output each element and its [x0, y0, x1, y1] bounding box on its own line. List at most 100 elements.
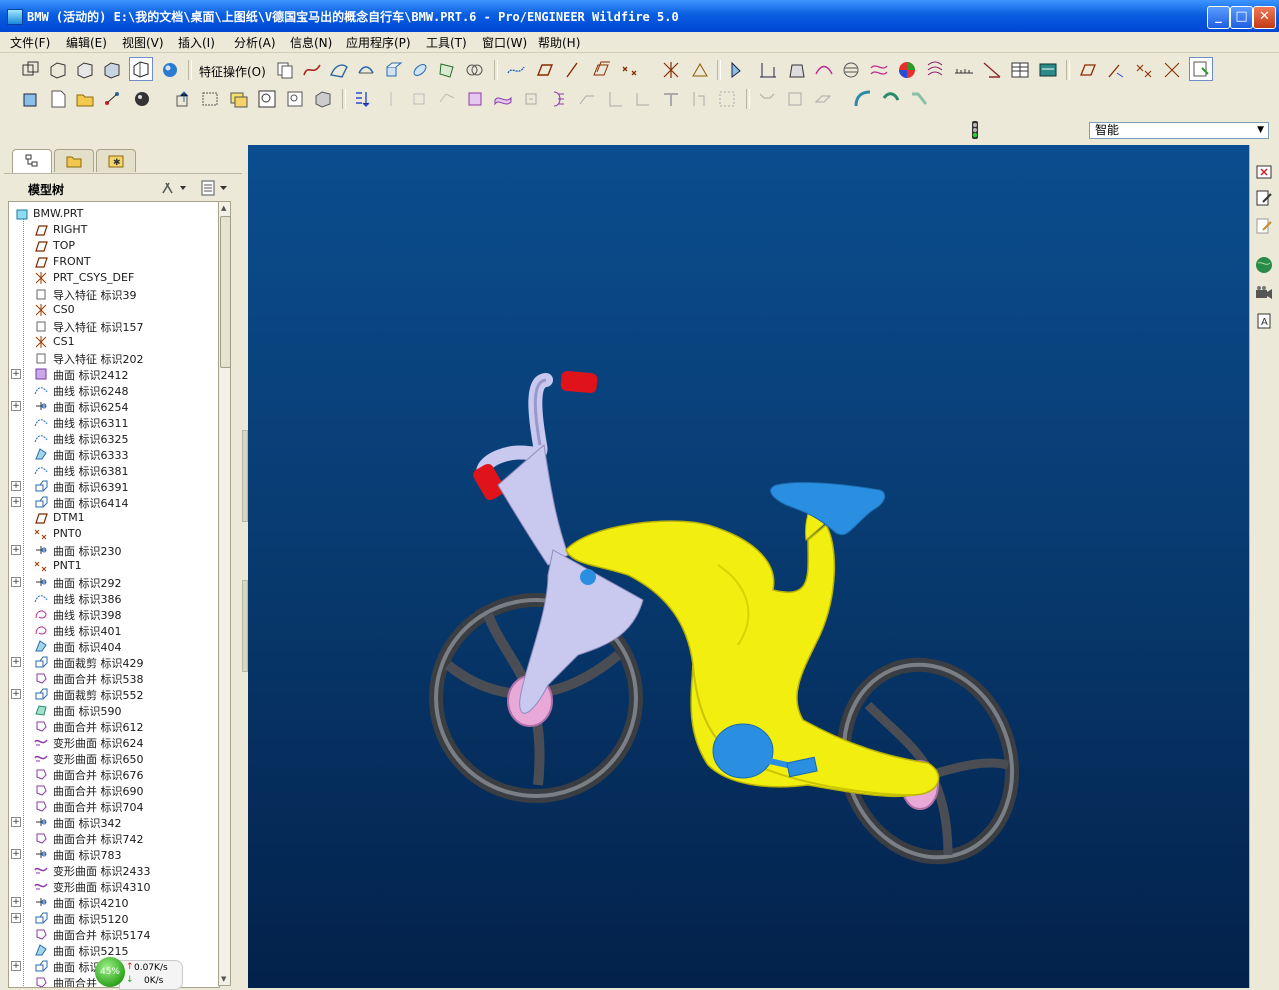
extrude-surface-icon[interactable]	[382, 59, 404, 81]
tree-item[interactable]: 曲面合并 标识704	[9, 798, 219, 814]
datum-point-icon[interactable]	[619, 59, 641, 81]
tree-settings-icon[interactable]	[160, 180, 190, 199]
edit-disabled-icon[interactable]	[380, 88, 402, 110]
menu-tools[interactable]: 工具(T)	[426, 34, 467, 51]
tree-item[interactable]: 曲面合并 标识690	[9, 782, 219, 798]
mass-properties-icon[interactable]	[786, 59, 808, 81]
tree-item[interactable]: PNT1	[9, 558, 219, 574]
menu-file[interactable]: 文件(F)	[10, 34, 50, 51]
offset-analysis-icon[interactable]	[868, 59, 890, 81]
globe-icon[interactable]	[1254, 255, 1274, 275]
tree-item[interactable]: + 曲面 标识5120	[9, 910, 219, 926]
rib-disabled-icon[interactable]	[756, 88, 778, 110]
scroll-thumb[interactable]	[220, 216, 231, 368]
merge-icon[interactable]	[463, 59, 485, 81]
expand-plus-icon[interactable]: +	[11, 849, 21, 859]
regeneration-status-icon[interactable]	[969, 120, 981, 140]
new-file-icon[interactable]	[47, 88, 69, 110]
expand-plus-icon[interactable]: +	[11, 689, 21, 699]
datum-axis-icon[interactable]	[561, 59, 583, 81]
orient-icon[interactable]	[172, 88, 194, 110]
expand-plus-icon[interactable]: +	[11, 577, 21, 587]
tree-item[interactable]: + 曲面 标识342	[9, 814, 219, 830]
feature-operations-label[interactable]: 特征操作(O)	[199, 63, 266, 80]
scroll-down-icon[interactable]: ▼	[221, 975, 226, 983]
mirror-disabled-icon[interactable]	[436, 88, 458, 110]
refit-icon[interactable]	[284, 88, 306, 110]
blend-icon[interactable]	[908, 88, 930, 110]
tree-item[interactable]: DTM1	[9, 510, 219, 526]
pattern-disabled-icon[interactable]	[716, 88, 738, 110]
layer-icon[interactable]	[228, 88, 250, 110]
plane-display-icon[interactable]	[1077, 59, 1099, 81]
cosmetic-disabled-icon[interactable]	[812, 88, 834, 110]
menu-analysis[interactable]: 分析(A)	[234, 34, 276, 51]
menu-applications[interactable]: 应用程序(P)	[346, 34, 411, 51]
expand-plus-icon[interactable]: +	[11, 817, 21, 827]
appearance-icon[interactable]	[159, 59, 181, 81]
tree-item[interactable]: + 曲面 标识6254	[9, 398, 219, 414]
maximize-button[interactable]: □	[1230, 6, 1253, 29]
tree-item[interactable]: TOP	[9, 238, 219, 254]
thicken-icon[interactable]	[492, 88, 514, 110]
edit-pencil-icon[interactable]	[1254, 188, 1274, 208]
round-disabled-icon[interactable]	[632, 88, 654, 110]
gauss-curvature-icon[interactable]	[896, 59, 918, 81]
graphics-window[interactable]	[248, 145, 1249, 988]
tree-item[interactable]: + 曲面 标识4210	[9, 894, 219, 910]
csys-icon[interactable]	[660, 59, 682, 81]
fill-icon[interactable]	[436, 59, 458, 81]
offset-icon[interactable]	[464, 88, 486, 110]
menu-edit[interactable]: 编辑(E)	[66, 34, 107, 51]
datum-curve-icon[interactable]	[505, 59, 527, 81]
tree-root[interactable]: BMW.PRT	[9, 206, 219, 222]
datum-plane-offset-icon[interactable]	[590, 59, 612, 81]
tree-item[interactable]: CS1	[9, 334, 219, 350]
tree-item[interactable]: 曲面 标识404	[9, 638, 219, 654]
minimize-button[interactable]: _	[1207, 6, 1230, 29]
relations-icon[interactable]	[1037, 59, 1059, 81]
table-icon[interactable]	[1009, 59, 1031, 81]
tree-item[interactable]: 变形曲面 标识624	[9, 734, 219, 750]
tree-item[interactable]: 变形曲面 标识4310	[9, 878, 219, 894]
tab-model-tree[interactable]	[12, 149, 52, 173]
sphere-render-icon[interactable]	[131, 88, 153, 110]
expand-plus-icon[interactable]: +	[11, 369, 21, 379]
text-box-icon[interactable]: A	[1254, 311, 1274, 331]
expand-plus-icon[interactable]: +	[11, 545, 21, 555]
expand-plus-icon[interactable]: +	[11, 481, 21, 491]
edit-definition-disabled-icon[interactable]	[408, 88, 430, 110]
project-icon[interactable]	[548, 88, 570, 110]
csys-display-icon[interactable]	[1161, 59, 1183, 81]
tree-item[interactable]: 曲线 标识6325	[9, 430, 219, 446]
reflection-icon[interactable]	[924, 59, 946, 81]
tree-item[interactable]: PNT0	[9, 526, 219, 542]
draft-disabled-icon[interactable]	[784, 88, 806, 110]
tree-item[interactable]: 导入特征 标识157	[9, 318, 219, 334]
tree-item[interactable]: + 曲面 标识783	[9, 846, 219, 862]
dihedral-icon[interactable]	[981, 59, 1003, 81]
expand-plus-icon[interactable]: +	[11, 401, 21, 411]
enhanced-realism-icon[interactable]	[129, 57, 153, 81]
sketch-point-icon[interactable]	[689, 59, 711, 81]
tree-item[interactable]: 曲面合并 标识676	[9, 766, 219, 782]
menu-view[interactable]: 视图(V)	[122, 34, 164, 51]
tree-item[interactable]: 曲面 标识590	[9, 702, 219, 718]
tree-item[interactable]: 变形曲面 标识2433	[9, 862, 219, 878]
distance-icon[interactable]	[757, 59, 779, 81]
model-setup-icon[interactable]	[20, 88, 42, 110]
scroll-up-icon[interactable]: ▲	[221, 204, 226, 212]
close-window-icon[interactable]	[1254, 162, 1274, 182]
tree-item[interactable]: FRONT	[9, 254, 219, 270]
tree-scrollbar[interactable]: ▲ ▼	[218, 201, 231, 986]
extend-disabled-icon[interactable]	[576, 88, 598, 110]
tree-item[interactable]: 曲线 标识6311	[9, 414, 219, 430]
solidify-disabled-icon[interactable]	[520, 88, 542, 110]
annotation-display-icon[interactable]	[1189, 57, 1213, 81]
shell-disabled-icon[interactable]	[688, 88, 710, 110]
revolve-icon[interactable]	[409, 59, 431, 81]
camera-icon[interactable]	[1254, 283, 1274, 303]
ruler-icon[interactable]	[953, 59, 975, 81]
proe-app-icon[interactable]	[7, 9, 23, 25]
tree-item[interactable]: PRT_CSYS_DEF	[9, 270, 219, 286]
